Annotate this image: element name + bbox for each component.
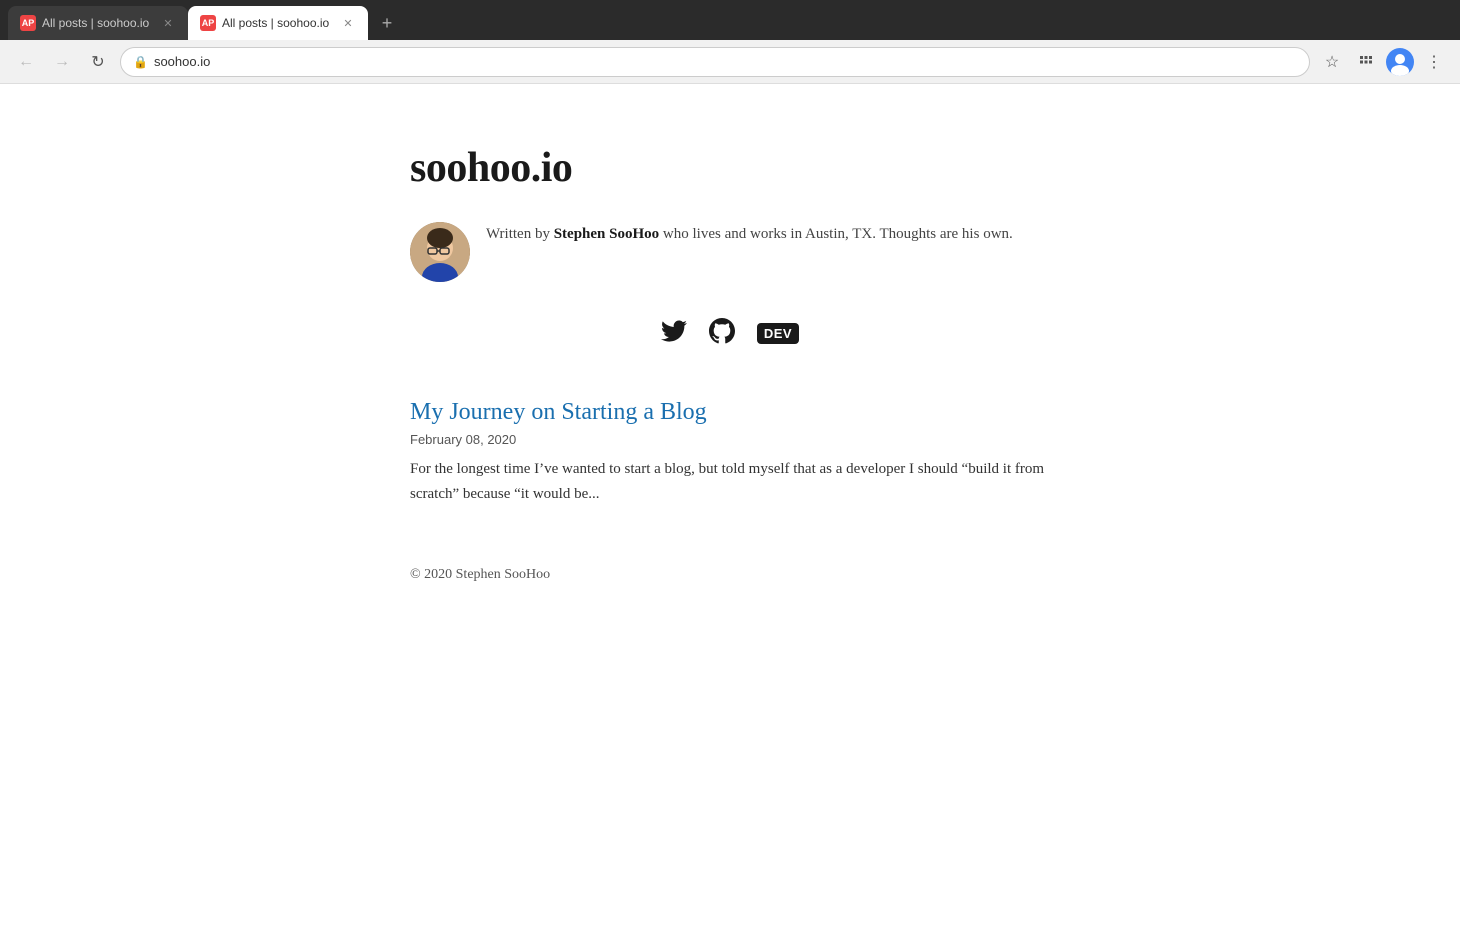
profile-button[interactable] <box>1386 48 1414 76</box>
reload-button[interactable]: ↻ <box>84 48 112 76</box>
address-text: soohoo.io <box>154 54 210 69</box>
github-icon <box>709 318 735 349</box>
browser-window: AP All posts | soohoo.io ✕ AP All posts … <box>0 0 1460 930</box>
new-tab-button[interactable]: + <box>372 9 402 37</box>
tab-favicon-2: AP <box>200 15 216 31</box>
social-icons: DEV <box>410 318 1050 349</box>
tab-title-2: All posts | soohoo.io <box>222 16 334 30</box>
post-title-link[interactable]: My Journey on Starting a Blog <box>410 399 1050 426</box>
tab-title-1: All posts | soohoo.io <box>42 16 154 30</box>
posts-list: My Journey on Starting a Blog February 0… <box>410 399 1050 507</box>
dev-icon: DEV <box>757 323 799 344</box>
browser-tab-1[interactable]: AP All posts | soohoo.io ✕ <box>8 6 188 40</box>
forward-button[interactable]: → <box>48 48 76 76</box>
site-footer: © 2020 Stephen SooHoo <box>410 567 1050 583</box>
twitter-link[interactable] <box>661 318 687 349</box>
tab-close-1[interactable]: ✕ <box>160 15 176 31</box>
copyright-text: © 2020 Stephen SooHoo <box>410 567 550 582</box>
author-name: Stephen SooHoo <box>554 226 659 242</box>
bio-suffix: who lives and works in Austin, TX. Thoug… <box>659 226 1013 242</box>
page-content: soohoo.io <box>0 84 1460 930</box>
site-container: soohoo.io <box>390 144 1070 583</box>
bio-prefix: Written by <box>486 226 554 242</box>
back-button[interactable]: ← <box>12 48 40 76</box>
tab-favicon-1: AP <box>20 15 36 31</box>
author-section: Written by Stephen SooHoo who lives and … <box>410 222 1050 282</box>
site-title: soohoo.io <box>410 144 1050 192</box>
dev-link[interactable]: DEV <box>757 318 799 349</box>
browser-toolbar: ← → ↻ 🔒 soohoo.io ☆ ⋮ <box>0 40 1460 84</box>
bookmark-button[interactable]: ☆ <box>1318 48 1346 76</box>
post-date: February 08, 2020 <box>410 432 1050 447</box>
address-bar[interactable]: 🔒 soohoo.io <box>120 47 1310 77</box>
toolbar-right: ☆ ⋮ <box>1318 48 1448 76</box>
twitter-icon <box>661 319 687 349</box>
profile-extensions-button[interactable] <box>1352 48 1380 76</box>
author-avatar <box>410 222 470 282</box>
browser-titlebar: AP All posts | soohoo.io ✕ AP All posts … <box>0 0 1460 40</box>
post-item: My Journey on Starting a Blog February 0… <box>410 399 1050 507</box>
browser-tab-2[interactable]: AP All posts | soohoo.io ✕ <box>188 6 368 40</box>
author-bio: Written by Stephen SooHoo who lives and … <box>486 222 1013 246</box>
tab-close-2[interactable]: ✕ <box>340 15 356 31</box>
github-link[interactable] <box>709 318 735 349</box>
post-excerpt: For the longest time I’ve wanted to star… <box>410 457 1050 507</box>
menu-button[interactable]: ⋮ <box>1420 48 1448 76</box>
lock-icon: 🔒 <box>133 55 148 69</box>
